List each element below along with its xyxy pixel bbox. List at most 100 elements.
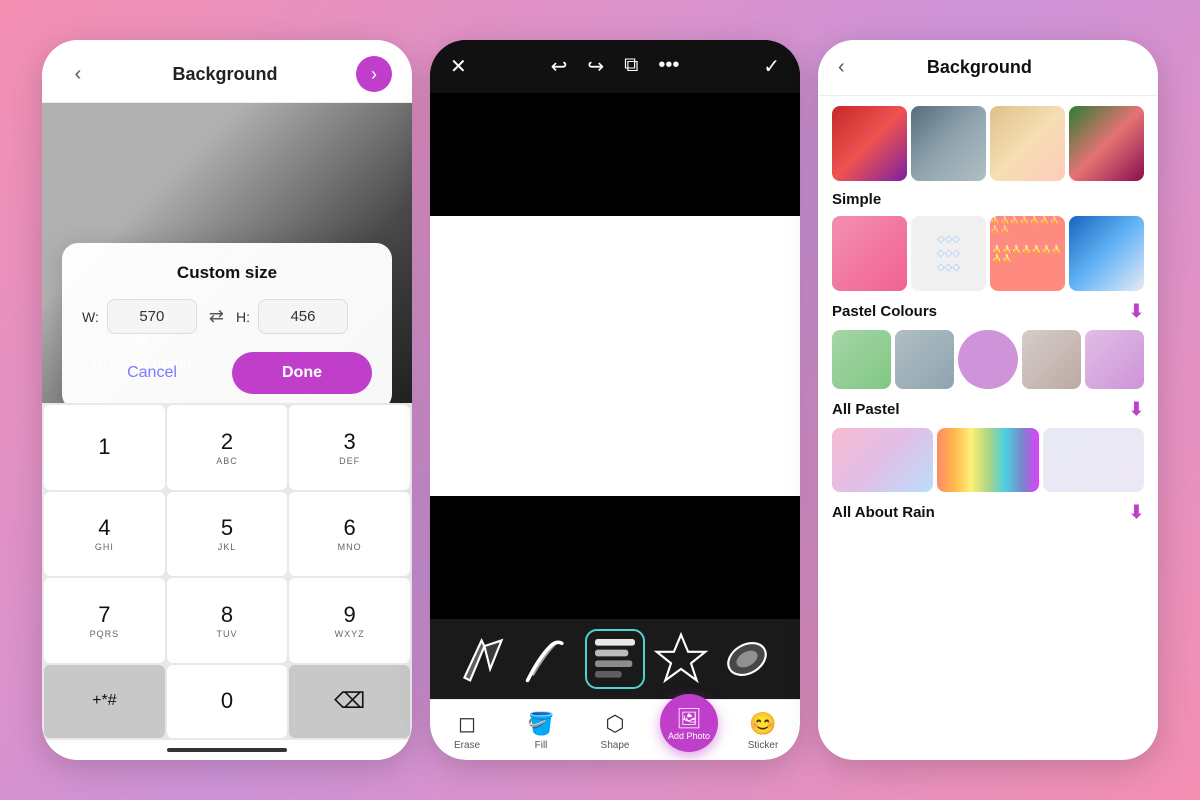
key-4[interactable]: 4GHI bbox=[44, 492, 165, 577]
brush-5[interactable] bbox=[717, 629, 777, 689]
pastel-grid bbox=[832, 330, 1144, 389]
brush-1-icon bbox=[453, 629, 513, 689]
dialog-buttons: Cancel Done bbox=[82, 352, 372, 394]
fill-tool[interactable]: 🪣 Fill bbox=[504, 700, 578, 760]
next-button[interactable]: › bbox=[356, 56, 392, 92]
erase-icon: ◻ bbox=[458, 711, 476, 737]
add-photo-tool[interactable]: 🖼 Add Photo bbox=[652, 700, 726, 760]
fill-label: Fill bbox=[535, 740, 548, 751]
simple-thumb-3[interactable]: 🍌🍌🍌🍌🍌🍌🍌🍌🍌 bbox=[990, 216, 1065, 291]
brush-2[interactable] bbox=[519, 629, 579, 689]
key-3[interactable]: 3DEF bbox=[289, 405, 410, 490]
simple-label: Simple bbox=[832, 191, 881, 208]
add-photo-label: Add Photo bbox=[668, 731, 710, 741]
panel3-title: Background bbox=[927, 57, 1032, 78]
shape-icon: ⬡ bbox=[605, 711, 624, 737]
pastel-thumb-3[interactable] bbox=[958, 330, 1017, 389]
redo-icon[interactable]: ↪ bbox=[587, 54, 604, 79]
erase-label: Erase bbox=[454, 740, 480, 751]
key-backspace[interactable]: ⌫ bbox=[289, 665, 410, 739]
sticker-icon: 😊 bbox=[749, 711, 776, 737]
fill-icon: 🪣 bbox=[527, 711, 554, 737]
brush-5-icon bbox=[717, 629, 777, 689]
bottom-toolbar: ◻ Erase 🪣 Fill ⬡ Shape 🖼 Add Photo 😊 Sti… bbox=[430, 699, 800, 760]
panel2-header: ✕ ↩ ↪ ⧉ ••• ✓ bbox=[430, 40, 800, 93]
numpad: 1 2ABC 3DEF 4GHI 5JKL 6MNO 7PQRS 8TUV 9W… bbox=[42, 403, 412, 740]
home-indicator bbox=[42, 740, 412, 760]
drawing-canvas[interactable] bbox=[430, 216, 800, 496]
simple-grid: ◇◇◇◇◇◇◇◇◇ 🍌🍌🍌🍌🍌🍌🍌🍌🍌 bbox=[832, 216, 1144, 291]
shape-tool[interactable]: ⬡ Shape bbox=[578, 700, 652, 760]
undo-redo-group: ↩ ↪ ⧉ ••• bbox=[551, 54, 680, 79]
rain-download-icon[interactable]: ⬇ bbox=[1129, 502, 1144, 523]
custom-size-dialog: Custom size W: ⇄ H: Cancel Done bbox=[62, 243, 392, 403]
panel-custom-size: ‹ Background › Custom size W: ⇄ H: Cance… bbox=[42, 40, 412, 760]
photo-flower[interactable] bbox=[1069, 106, 1144, 181]
key-6[interactable]: 6MNO bbox=[289, 492, 410, 577]
brush-1[interactable] bbox=[453, 629, 513, 689]
cancel-button[interactable]: Cancel bbox=[82, 352, 222, 394]
pastel-thumb-2[interactable] bbox=[895, 330, 954, 389]
brush-toolbar bbox=[430, 619, 800, 699]
key-5[interactable]: 5JKL bbox=[167, 492, 288, 577]
dialog-title: Custom size bbox=[82, 263, 372, 283]
pastel-thumb-4[interactable] bbox=[1022, 330, 1081, 389]
allpastel-label: All Pastel bbox=[832, 401, 900, 418]
key-1[interactable]: 1 bbox=[44, 405, 165, 490]
simple-thumb-2[interactable]: ◇◇◇◇◇◇◇◇◇ bbox=[911, 216, 986, 291]
canvas-area[interactable] bbox=[430, 93, 800, 619]
photo-ocean[interactable] bbox=[911, 106, 986, 181]
panel1-header: ‹ Background › bbox=[42, 40, 412, 103]
erase-tool[interactable]: ◻ Erase bbox=[430, 700, 504, 760]
nature-photos-grid bbox=[832, 106, 1144, 181]
allpastel-download-icon[interactable]: ⬇ bbox=[1129, 399, 1144, 420]
brush-2-icon bbox=[519, 629, 579, 689]
close-icon[interactable]: ✕ bbox=[450, 54, 467, 79]
width-label: W: bbox=[82, 309, 99, 325]
layers-icon[interactable]: ⧉ bbox=[624, 54, 638, 79]
key-2[interactable]: 2ABC bbox=[167, 405, 288, 490]
add-photo-icon: 🖼 bbox=[676, 706, 701, 731]
allpastel-thumb-3[interactable] bbox=[1043, 428, 1144, 491]
sticker-tool[interactable]: 😊 Sticker bbox=[726, 700, 800, 760]
pastel-label: Pastel Colours bbox=[832, 303, 937, 320]
brush-3[interactable] bbox=[585, 629, 645, 689]
sticker-label: Sticker bbox=[748, 740, 779, 751]
allpastel-thumb-1[interactable] bbox=[832, 428, 933, 491]
pastel-download-icon[interactable]: ⬇ bbox=[1129, 301, 1144, 322]
key-8[interactable]: 8TUV bbox=[167, 578, 288, 663]
simple-thumb-4[interactable] bbox=[1069, 216, 1144, 291]
allpastel-section-title: All Pastel ⬇ bbox=[832, 399, 1144, 420]
shape-label: Shape bbox=[601, 740, 630, 751]
confirm-icon[interactable]: ✓ bbox=[763, 54, 780, 79]
swap-icon[interactable]: ⇄ bbox=[205, 306, 228, 327]
preview-area: Custom size W: ⇄ H: Cancel Done ▲ Draw o… bbox=[42, 103, 412, 403]
brush-3-icon bbox=[587, 631, 643, 687]
simple-thumb-1[interactable] bbox=[832, 216, 907, 291]
more-icon[interactable]: ••• bbox=[658, 54, 679, 79]
key-symbols[interactable]: +*# bbox=[44, 665, 165, 739]
pastel-thumb-1[interactable] bbox=[832, 330, 891, 389]
pastel-thumb-5[interactable] bbox=[1085, 330, 1144, 389]
width-input[interactable] bbox=[107, 299, 197, 334]
simple-section-title: Simple bbox=[832, 191, 1144, 208]
panel3-header: ‹ Background bbox=[818, 40, 1158, 96]
undo-icon[interactable]: ↩ bbox=[551, 54, 568, 79]
pastel-section-title: Pastel Colours ⬇ bbox=[832, 301, 1144, 322]
brush-4[interactable] bbox=[651, 629, 711, 689]
height-label: H: bbox=[236, 309, 250, 325]
allpastel-grid bbox=[832, 428, 1144, 491]
key-0[interactable]: 0 bbox=[167, 665, 288, 739]
allpastel-thumb-2[interactable] bbox=[937, 428, 1038, 491]
panel3-content: Simple ◇◇◇◇◇◇◇◇◇ 🍌🍌🍌🍌🍌🍌🍌🍌🍌 Pastel Colour… bbox=[818, 96, 1158, 760]
done-button[interactable]: Done bbox=[232, 352, 372, 394]
key-9[interactable]: 9WXYZ bbox=[289, 578, 410, 663]
home-bar bbox=[167, 748, 287, 752]
add-photo-button[interactable]: 🖼 Add Photo bbox=[660, 694, 718, 752]
panel3-back-button[interactable]: ‹ bbox=[838, 56, 845, 79]
back-button[interactable]: ‹ bbox=[62, 58, 94, 90]
height-input[interactable] bbox=[258, 299, 348, 334]
key-7[interactable]: 7PQRS bbox=[44, 578, 165, 663]
photo-red-tree[interactable] bbox=[832, 106, 907, 181]
photo-desert[interactable] bbox=[990, 106, 1065, 181]
